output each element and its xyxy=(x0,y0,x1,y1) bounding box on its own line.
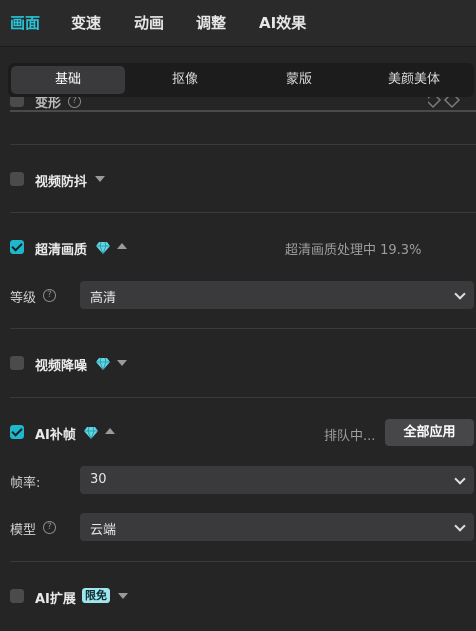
framerate-value: 30 xyxy=(90,472,107,487)
tab-adjust[interactable]: 调整 xyxy=(196,12,226,33)
framerate-label: 帧率: xyxy=(10,476,41,491)
caret-down-icon[interactable] xyxy=(95,176,105,182)
level-value: 高清 xyxy=(90,291,117,306)
free-badge: 限免 xyxy=(82,588,110,603)
model-value: 云端 xyxy=(90,523,117,538)
divider xyxy=(10,110,476,112)
divider xyxy=(10,561,476,562)
divider xyxy=(10,328,476,329)
ai-extend-checkbox[interactable] xyxy=(10,589,24,603)
divider xyxy=(10,212,476,213)
tab-speed[interactable]: 变速 xyxy=(71,12,101,33)
deform-checkbox[interactable] xyxy=(10,97,24,107)
ai-extend-title: AI扩展 xyxy=(35,592,76,607)
subtab-basic[interactable]: 基础 xyxy=(11,66,125,94)
stabilize-title: 视频防抖 xyxy=(35,175,88,190)
deform-row-clipped: 变形 ? xyxy=(0,97,476,111)
tab-ai-effects[interactable]: AI效果 xyxy=(259,12,306,33)
frame-interp-title: AI补帧 xyxy=(35,428,76,443)
help-icon[interactable]: ? xyxy=(68,97,81,108)
caret-up-icon[interactable] xyxy=(117,243,127,249)
deform-title: 变形 xyxy=(35,97,62,111)
frame-interp-status: 排队中... xyxy=(324,429,376,444)
diamond-vip-icon xyxy=(96,358,110,370)
divider xyxy=(10,397,476,398)
diamond-vip-icon xyxy=(84,427,98,439)
denoise-title: 视频降噪 xyxy=(35,359,88,374)
chevron-down-icon xyxy=(454,288,466,300)
caret-down-icon[interactable] xyxy=(117,360,127,366)
help-icon[interactable]: ? xyxy=(43,521,56,534)
help-icon[interactable]: ? xyxy=(43,289,56,302)
level-label: 等级 xyxy=(10,291,37,306)
super-resolution-checkbox[interactable] xyxy=(10,240,24,254)
diamond-vip-icon xyxy=(96,242,110,254)
denoise-checkbox[interactable] xyxy=(10,356,24,370)
frame-interp-checkbox[interactable] xyxy=(10,425,24,439)
model-label: 模型 xyxy=(10,523,37,538)
apply-all-button[interactable]: 全部应用 xyxy=(385,419,474,446)
caret-up-icon[interactable] xyxy=(105,428,115,434)
keyframe-diamond-icon[interactable] xyxy=(428,97,474,109)
framerate-select[interactable]: 30 xyxy=(80,466,474,494)
sub-tab-bar: 基础 抠像 蒙版 美颜美体 xyxy=(8,63,474,97)
caret-down-icon[interactable] xyxy=(118,593,128,599)
chevron-down-icon xyxy=(454,520,466,532)
level-select[interactable]: 高清 xyxy=(80,281,474,309)
subtab-cutout[interactable]: 抠像 xyxy=(128,66,242,94)
model-select[interactable]: 云端 xyxy=(80,513,474,541)
top-nav: 画面 变速 动画 调整 AI效果 xyxy=(0,0,476,47)
super-resolution-title: 超清画质 xyxy=(35,243,88,258)
subtab-mask[interactable]: 蒙版 xyxy=(242,66,356,94)
stabilize-checkbox[interactable] xyxy=(10,172,24,186)
chevron-down-icon xyxy=(454,473,466,485)
tab-picture[interactable]: 画面 xyxy=(10,12,40,33)
super-resolution-status: 超清画质处理中 19.3% xyxy=(285,243,422,258)
subtab-beauty[interactable]: 美颜美体 xyxy=(357,66,471,94)
divider xyxy=(10,144,476,145)
tab-animation[interactable]: 动画 xyxy=(134,12,164,33)
